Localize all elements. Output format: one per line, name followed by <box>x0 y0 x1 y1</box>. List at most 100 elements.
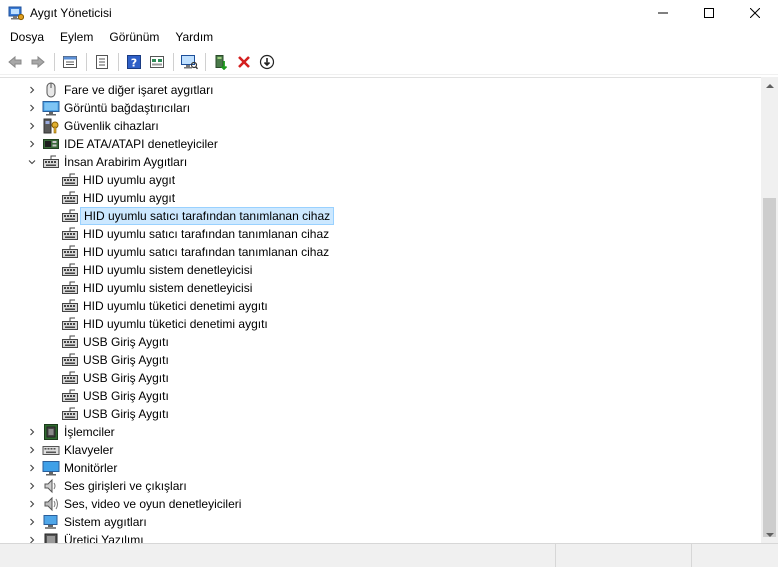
hid-device-icon <box>61 370 79 386</box>
chevron-right-icon[interactable] <box>26 459 38 477</box>
properties-button[interactable] <box>59 51 81 73</box>
tree-device-item[interactable]: HID uyumlu sistem denetleyicisi <box>0 279 400 297</box>
toolbar: ? <box>0 49 778 75</box>
status-cell <box>0 544 556 567</box>
close-button[interactable] <box>732 0 778 26</box>
tree-category-system-devices[interactable]: Sistem aygıtları <box>0 513 400 531</box>
status-bar <box>0 543 778 567</box>
chevron-right-icon[interactable] <box>26 423 38 441</box>
hid-device-icon <box>61 280 79 296</box>
scroll-down-icon <box>765 532 774 537</box>
menu-yardim[interactable]: Yardım <box>167 27 221 48</box>
chevron-right-icon[interactable] <box>26 513 38 531</box>
vertical-scrollbar[interactable] <box>761 77 778 543</box>
menu-dosya[interactable]: Dosya <box>2 27 52 48</box>
tree-category-security[interactable]: Güvenlik cihazları <box>0 117 400 135</box>
console-tree-icon <box>96 54 108 69</box>
tree-category-ide[interactable]: IDE ATA/ATAPI denetleyiciler <box>0 135 400 153</box>
tree-label: IDE ATA/ATAPI denetleyiciler <box>64 137 218 151</box>
svg-text:?: ? <box>131 56 137 69</box>
tree-device-item[interactable]: USB Giriş Aygıtı <box>0 387 400 405</box>
security-icon <box>42 118 60 134</box>
update-driver-button[interactable] <box>210 51 232 73</box>
tree-device-item[interactable]: USB Giriş Aygıtı <box>0 369 400 387</box>
tree-device-item[interactable]: HID uyumlu sistem denetleyicisi <box>0 261 400 279</box>
minimize-button[interactable] <box>640 0 686 26</box>
properties-icon <box>63 55 77 68</box>
status-cell <box>556 544 692 567</box>
tree-device-item[interactable]: HID uyumlu satıcı tarafından tanımlanan … <box>0 243 400 261</box>
chevron-right-icon[interactable] <box>26 99 38 117</box>
tree-device-item[interactable]: HID uyumlu tüketici denetimi aygıtı <box>0 297 400 315</box>
chevron-right-icon[interactable] <box>26 531 38 543</box>
scroll-up-button[interactable] <box>761 77 778 94</box>
tree-device-item[interactable]: USB Giriş Aygıtı <box>0 333 400 351</box>
console-tree-button[interactable] <box>91 51 113 73</box>
help-icon: ? <box>127 54 141 69</box>
chevron-down-icon[interactable] <box>26 153 38 171</box>
tree-label: Monitörler <box>64 461 118 475</box>
uninstall-icon <box>238 55 250 68</box>
hid-device-icon <box>61 244 79 260</box>
tree-label: Güvenlik cihazları <box>64 119 159 133</box>
tree-device-item[interactable]: HID uyumlu satıcı tarafından tanımlanan … <box>0 225 400 243</box>
tree-device-item[interactable]: USB Giriş Aygıtı <box>0 351 400 369</box>
tree-label: HID uyumlu sistem denetleyicisi <box>83 281 253 295</box>
tree-label: İşlemciler <box>64 425 115 439</box>
disable-button[interactable] <box>256 51 278 73</box>
menu-gorunum[interactable]: Görünüm <box>101 27 167 48</box>
scan-hardware-button[interactable] <box>178 51 200 73</box>
tree-label: Fare ve diğer işaret aygıtları <box>64 83 214 97</box>
menu-eylem[interactable]: Eylem <box>52 27 101 48</box>
chevron-right-icon[interactable] <box>26 495 38 513</box>
uninstall-button[interactable] <box>233 51 255 73</box>
tree-device-item[interactable]: USB Giriş Aygıtı <box>0 405 400 423</box>
hid-device-icon <box>61 334 79 350</box>
tree-label: İnsan Arabirim Aygıtları <box>64 155 188 169</box>
back-icon <box>8 55 22 68</box>
tree-label: Ses, video ve oyun denetleyicileri <box>64 497 242 511</box>
toolbar-separator <box>205 52 206 71</box>
tree-category-sound-video-game[interactable]: Ses, video ve oyun denetleyicileri <box>0 495 400 513</box>
scrollbar-thumb[interactable] <box>763 198 776 537</box>
scroll-down-button[interactable] <box>761 526 778 543</box>
forward-icon <box>31 55 45 68</box>
tree-category-display-adapters[interactable]: Görüntü bağdaştırıcıları <box>0 99 400 117</box>
tree-device-item[interactable]: HID uyumlu aygıt <box>0 171 400 189</box>
tree-label: USB Giriş Aygıtı <box>83 335 169 349</box>
display-adapter-icon <box>42 100 60 116</box>
tree-category-audio-io[interactable]: Ses girişleri ve çıkışları <box>0 477 400 495</box>
audio-io-icon <box>42 478 60 494</box>
tree-label: HID uyumlu tüketici denetimi aygıtı <box>83 299 268 313</box>
tree-category-hid[interactable]: İnsan Arabirim Aygıtları <box>0 153 400 171</box>
chevron-right-icon[interactable] <box>26 441 38 459</box>
back-button[interactable] <box>4 51 26 73</box>
hid-device-icon <box>61 352 79 368</box>
chevron-right-icon[interactable] <box>26 135 38 153</box>
hid-device-icon <box>61 406 79 422</box>
close-icon <box>750 8 760 18</box>
chevron-right-icon[interactable] <box>26 81 38 99</box>
tree-category-processors[interactable]: İşlemciler <box>0 423 400 441</box>
tree-device-item[interactable]: HID uyumlu aygıt <box>0 189 400 207</box>
hid-device-icon <box>61 190 79 206</box>
maximize-icon <box>704 8 714 18</box>
help-button[interactable]: ? <box>123 51 145 73</box>
forward-button[interactable] <box>27 51 49 73</box>
tree-label: HID uyumlu tüketici denetimi aygıtı <box>83 317 268 331</box>
tree-device-item[interactable]: HID uyumlu tüketici denetimi aygıtı <box>0 315 400 333</box>
maximize-button[interactable] <box>686 0 732 26</box>
tree-category-firmware[interactable]: Üretici Yazılımı <box>0 531 400 543</box>
tree-category-mouse[interactable]: Fare ve diğer işaret aygıtları <box>0 81 400 99</box>
tree-category-monitors[interactable]: Monitörler <box>0 459 400 477</box>
toolbar-separator <box>173 52 174 71</box>
hid-device-icon <box>61 388 79 404</box>
show-hidden-button[interactable] <box>146 51 168 73</box>
chevron-right-icon[interactable] <box>26 117 38 135</box>
tree-category-keyboards[interactable]: Klavyeler <box>0 441 400 459</box>
chevron-right-icon[interactable] <box>26 477 38 495</box>
tree-label: Görüntü bağdaştırıcıları <box>64 101 191 115</box>
hid-device-icon <box>61 262 79 278</box>
ide-icon <box>42 136 60 152</box>
tree-device-item-selected[interactable]: HID uyumlu satıcı tarafından tanımlanan … <box>0 207 400 225</box>
